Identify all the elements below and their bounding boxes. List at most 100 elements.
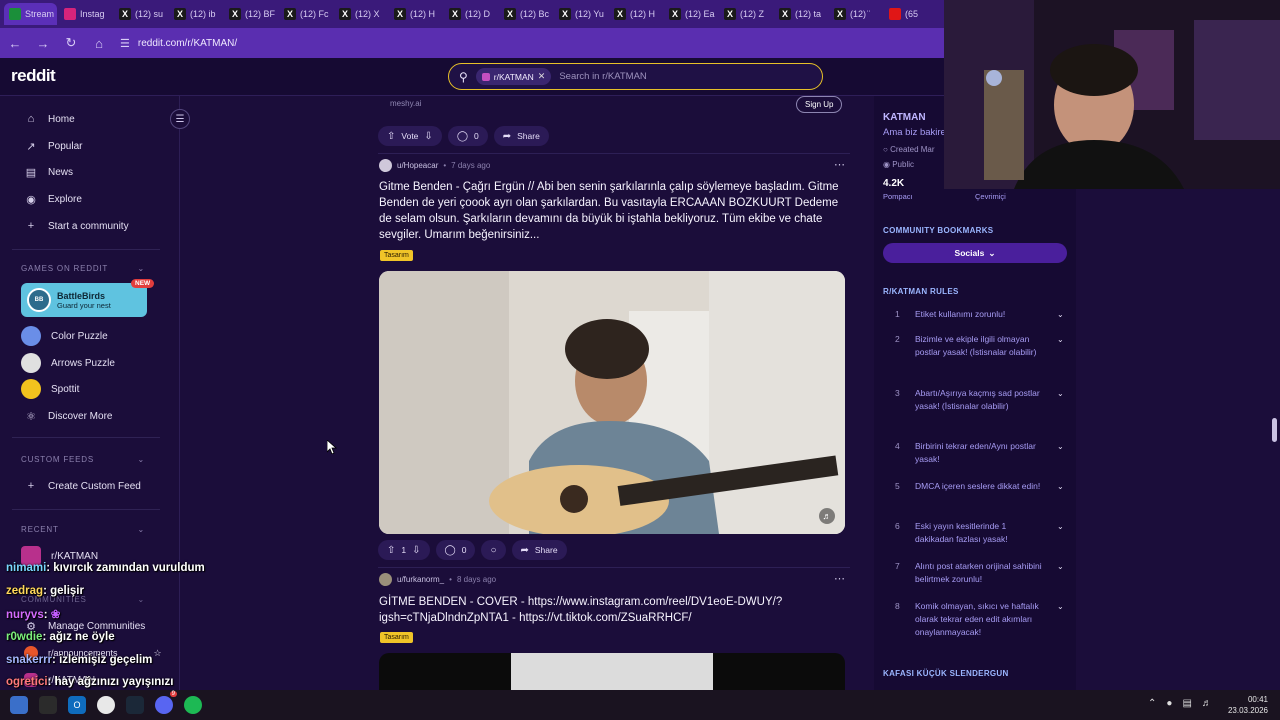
chevron-down-icon[interactable]: ⌄	[1057, 440, 1064, 453]
browser-tab[interactable]: X (12) su	[114, 3, 167, 25]
more-options-icon[interactable]: ⋯	[834, 572, 845, 585]
post-author[interactable]: u/Hopeacar	[397, 161, 438, 170]
url-text[interactable]: reddit.com/r/KATMAN/	[138, 38, 237, 49]
reddit-logo[interactable]: reddit	[11, 66, 56, 86]
scrollbar-thumb[interactable]	[1272, 418, 1277, 442]
recent-header[interactable]: RECENT ⌄	[21, 525, 145, 534]
browser-tab[interactable]: X (12) ta	[774, 3, 827, 25]
volume-icon[interactable]: ♬	[1202, 698, 1212, 709]
post-video[interactable]: ♬	[379, 271, 845, 534]
game-arrows-puzzle[interactable]: Arrows Puzzle	[21, 353, 115, 373]
battlebirds-icon: BB	[27, 288, 51, 312]
spotify-icon[interactable]	[184, 696, 202, 714]
steam-icon[interactable]	[126, 696, 144, 714]
volume-icon[interactable]: ♬	[819, 508, 835, 524]
games-section-header[interactable]: GAMES ON REDDIT ⌄	[21, 264, 145, 273]
chevron-down-icon[interactable]: ⌄	[1057, 560, 1064, 573]
nav-explore[interactable]: ◉ Explore	[24, 190, 82, 208]
chat-user: r0wdie	[6, 631, 43, 643]
comments-button[interactable]: ◯ 0	[447, 126, 488, 146]
chevron-down-icon[interactable]: ⌄	[1057, 520, 1064, 533]
create-custom-feed[interactable]: + Create Custom Feed	[24, 477, 141, 495]
outlook-icon[interactable]: O	[68, 696, 86, 714]
upvote-icon[interactable]: ⇧	[387, 545, 395, 556]
browser-tab[interactable]: X (12) Ea	[664, 3, 717, 25]
post-author[interactable]: u/furkanorm_	[397, 575, 444, 584]
nav-popular[interactable]: ↗ Popular	[24, 137, 82, 155]
game-color-puzzle[interactable]: Color Puzzle	[21, 326, 108, 346]
browser-tab[interactable]: X (12) BF	[224, 3, 277, 25]
chevron-down-icon[interactable]: ⌄	[1057, 333, 1064, 346]
browser-tab[interactable]: X (12) ib	[169, 3, 222, 25]
browser-tab[interactable]: X (12) D	[444, 3, 497, 25]
site-settings-icon[interactable]: ☰	[120, 37, 130, 50]
network-icon[interactable]: ▤	[1182, 698, 1191, 709]
browser-tab[interactable]: X (12) X	[334, 3, 387, 25]
home-browser-icon[interactable]: ⌂	[92, 36, 106, 51]
browser-tab[interactable]: Instag	[59, 3, 112, 25]
reload-icon[interactable]: ↻	[64, 35, 78, 51]
avatar[interactable]	[379, 159, 392, 172]
browser-tab[interactable]: X (12) Bc	[499, 3, 552, 25]
comments-button[interactable]: ◯ 0	[435, 540, 476, 560]
search-bar[interactable]: ⚲ r/KATMAN ✕ Search in r/KATMAN	[448, 63, 823, 90]
video-frame	[511, 653, 713, 690]
remove-scope-icon[interactable]: ✕	[538, 71, 546, 82]
rule-item[interactable]: 2 Bizimle ve ekiple ilgili olmayan postla…	[883, 333, 1067, 373]
chrome-icon[interactable]	[97, 696, 115, 714]
post-video[interactable]	[379, 653, 845, 690]
socials-button[interactable]: Socials ⌄	[883, 243, 1067, 263]
browser-tab[interactable]: X (12) H	[389, 3, 442, 25]
vote-button[interactable]: ⇧ Vote ⇩	[378, 126, 442, 146]
rule-item[interactable]: 4 Birbirini tekrar eden/Aynı postlar yasa…	[883, 440, 1067, 480]
featured-game-card[interactable]: BB BattleBirds Guard your nest	[21, 283, 147, 317]
nav-home[interactable]: ⌂ Home	[24, 110, 75, 128]
browser-tab[interactable]: X (12) H	[609, 3, 662, 25]
browser-tab[interactable]: (65	[884, 3, 937, 25]
more-options-icon[interactable]: ⋯	[834, 158, 845, 171]
share-button[interactable]: ➦ Share	[493, 126, 549, 146]
browser-tab[interactable]: X (12) Yu	[554, 3, 607, 25]
post-flair[interactable]: Tasarım	[380, 250, 413, 261]
post-title[interactable]: Gitme Benden - Çağrı Ergün // Abi ben se…	[379, 179, 849, 243]
discover-more[interactable]: ⚛ Discover More	[24, 407, 112, 425]
award-button[interactable]: ○	[481, 540, 506, 560]
vote-button[interactable]: ⇧ 1 ⇩	[378, 540, 430, 560]
rule-item[interactable]: 3 Abartı/Aşırıya kaçmış sad postlar yasak…	[883, 387, 1067, 427]
chevron-down-icon[interactable]: ⌄	[1057, 600, 1064, 613]
back-icon[interactable]: ←	[8, 36, 22, 51]
custom-feeds-header[interactable]: CUSTOM FEEDS ⌄	[21, 455, 145, 464]
system-clock[interactable]: 00:41 23.03.2026	[1228, 694, 1268, 716]
browser-tab[interactable]: X (12) Z	[719, 3, 772, 25]
search-input[interactable]: Search in r/KATMAN	[559, 71, 646, 82]
display-icon[interactable]	[39, 696, 57, 714]
collapse-nav-button[interactable]: ☰	[170, 109, 190, 129]
post-title[interactable]: GİTME BENDEN - COVER - https://www.insta…	[379, 594, 849, 626]
downvote-icon[interactable]: ⇩	[412, 545, 420, 556]
chevron-down-icon[interactable]: ⌄	[1057, 480, 1064, 493]
address-bar[interactable]: ☰ reddit.com/r/KATMAN/	[120, 37, 237, 50]
chevron-up-icon[interactable]: ⌃	[1148, 698, 1156, 709]
browser-tab[interactable]: X (12) ̈	[829, 3, 882, 25]
share-button[interactable]: ➦ Share	[511, 540, 567, 560]
post-flair[interactable]: Tasarım	[380, 632, 413, 643]
browser-tab[interactable]: X (12) Fc	[279, 3, 332, 25]
forward-icon[interactable]: →	[36, 36, 50, 51]
rule-item[interactable]: 7 Alıntı post atarken orijinal sahibini b…	[883, 560, 1067, 600]
discord-icon[interactable]: 9	[155, 691, 177, 714]
search-scope-chip[interactable]: r/KATMAN ✕	[475, 68, 552, 85]
rule-item[interactable]: 8 Komik olmayan, sıkıcı ve haftalık olara…	[883, 600, 1067, 640]
ad-domain[interactable]: meshy.ai	[390, 99, 840, 108]
avatar[interactable]	[379, 573, 392, 586]
nav-start-community[interactable]: + Start a community	[24, 217, 129, 235]
rule-item[interactable]: 6 Eski yayın kesitlerinde 1 dakikadan faz…	[883, 520, 1067, 560]
nav-news[interactable]: ▤ News	[24, 163, 73, 181]
sign-up-button[interactable]: Sign Up	[796, 96, 843, 113]
microphone-icon[interactable]: ●	[1166, 698, 1172, 709]
chevron-down-icon[interactable]: ⌄	[1057, 387, 1064, 400]
file-explorer-icon[interactable]	[10, 696, 28, 714]
chevron-down-icon[interactable]: ⌄	[1057, 308, 1064, 321]
rule-item[interactable]: 5 DMCA içeren seslere dikkat edin! ⌄	[883, 480, 1067, 520]
game-spottit[interactable]: Spottit	[21, 379, 79, 399]
browser-tab[interactable]: Stream	[4, 3, 57, 25]
